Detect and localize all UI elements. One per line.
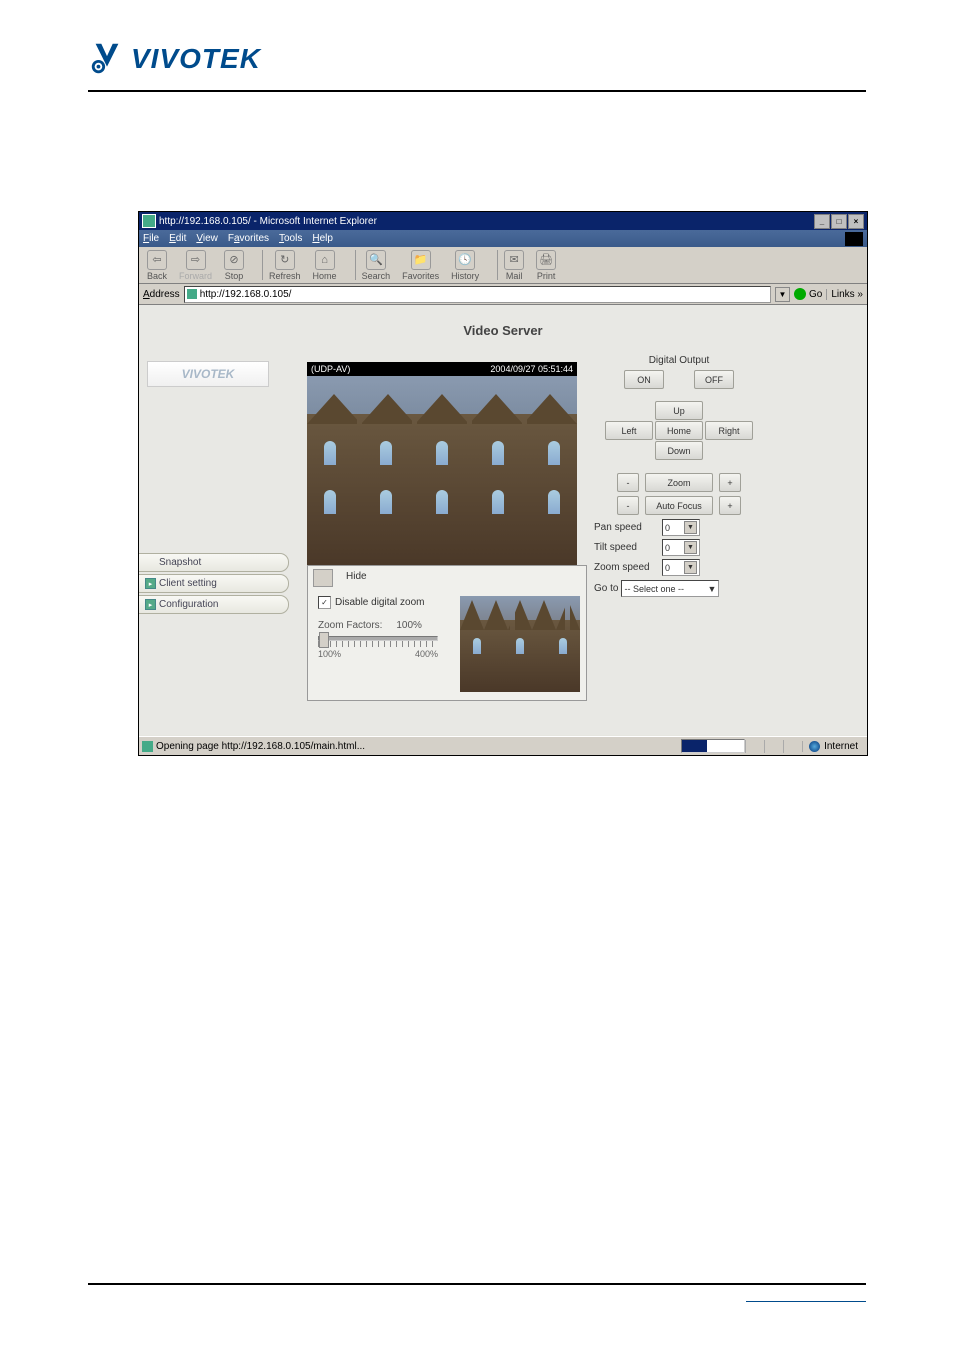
do-off-button[interactable]: OFF <box>694 370 734 389</box>
app-logo: VIVOTEK <box>147 361 269 387</box>
page-title: Video Server <box>139 323 867 338</box>
disable-zoom-label: Disable digital zoom <box>335 597 425 608</box>
search-button[interactable]: 🔍Search <box>362 250 391 281</box>
refresh-button[interactable]: ↻Refresh <box>269 250 301 281</box>
hide-label: Hide <box>346 571 367 582</box>
minimize-button[interactable]: _ <box>814 214 830 229</box>
go-icon <box>794 288 806 300</box>
loading-icon <box>142 741 153 752</box>
status-bar: Opening page http://192.168.0.105/main.h… <box>139 736 867 755</box>
tilt-speed-label: Tilt speed <box>594 542 656 553</box>
slider-thumb[interactable] <box>319 632 329 648</box>
video-stream[interactable] <box>307 376 577 566</box>
zone-indicator: Internet <box>802 741 864 752</box>
print-button[interactable]: 🖨Print <box>536 250 556 281</box>
progress-bar <box>681 739 745 753</box>
history-button[interactable]: 🕓History <box>451 250 479 281</box>
favorites-button[interactable]: 📁Favorites <box>402 250 439 281</box>
stop-button[interactable]: ⊘Stop <box>224 250 244 281</box>
mail-button[interactable]: ✉Mail <box>504 250 524 281</box>
globe-icon <box>809 741 820 752</box>
chevron-down-icon: ▼ <box>684 521 697 534</box>
menu-view[interactable]: View <box>196 233 218 244</box>
disable-zoom-checkbox[interactable]: ✓ <box>318 596 331 609</box>
ms-flag-icon <box>845 232 863 246</box>
video-viewport: (UDP-AV) 2004/09/27 05:51:44 <box>307 362 577 567</box>
digital-zoom-panel: Hide ✓ Disable digital zoom Zoom Factors… <box>307 565 587 701</box>
zoom-out-button[interactable]: - <box>617 473 639 492</box>
address-input[interactable]: http://192.168.0.105/ <box>184 286 771 303</box>
video-protocol: (UDP-AV) <box>311 364 350 374</box>
chevron-down-icon: ▼ <box>684 561 697 574</box>
video-timestamp: 2004/09/27 05:51:44 <box>490 364 573 374</box>
zoom-in-button[interactable]: + <box>719 473 741 492</box>
do-on-button[interactable]: ON <box>624 370 664 389</box>
pan-speed-label: Pan speed <box>594 522 656 533</box>
ptz-left-button[interactable]: Left <box>605 421 653 440</box>
zoom-thumbnail <box>460 596 580 692</box>
zoom-factor-value: 100% <box>396 620 422 631</box>
zoom-speed-label: Zoom speed <box>594 562 656 573</box>
ie-icon <box>142 214 156 228</box>
close-button[interactable]: × <box>848 214 864 229</box>
footer-link <box>746 1300 866 1302</box>
digital-output-label: Digital Output <box>594 355 764 366</box>
menu-file[interactable]: File <box>143 233 159 244</box>
address-label: Address <box>143 289 180 300</box>
links-button[interactable]: Links » <box>826 289 863 300</box>
tilt-speed-select[interactable]: 0▼ <box>662 539 700 556</box>
address-dropdown[interactable]: ▼ <box>775 287 790 302</box>
focus-near-button[interactable]: - <box>617 496 639 515</box>
browser-menubar: File Edit View Favorites Tools Help <box>139 230 867 247</box>
ptz-down-button[interactable]: Down <box>655 441 703 460</box>
snapshot-button[interactable]: Snapshot <box>139 553 289 572</box>
ptz-home-button[interactable]: Home <box>655 421 703 440</box>
hide-button[interactable] <box>313 569 333 587</box>
ptz-right-button[interactable]: Right <box>705 421 753 440</box>
window-title: http://192.168.0.105/ - Microsoft Intern… <box>159 216 377 227</box>
menu-favorites[interactable]: Favorites <box>228 233 269 244</box>
goto-select[interactable]: -- Select one --▼ <box>621 580 719 597</box>
client-setting-button[interactable]: ▸Client setting <box>139 574 289 593</box>
menu-edit[interactable]: Edit <box>169 233 186 244</box>
page-icon <box>187 289 197 299</box>
ptz-up-button[interactable]: Up <box>655 401 703 420</box>
pan-speed-select[interactable]: 0▼ <box>662 519 700 536</box>
chevron-down-icon: ▼ <box>684 541 697 554</box>
zoom-slider[interactable]: 100% 400% <box>318 636 438 659</box>
status-text: Opening page http://192.168.0.105/main.h… <box>156 741 365 752</box>
browser-toolbar: ⇦Back ⇨Forward ⊘Stop ↻Refresh ⌂Home 🔍Sea… <box>139 247 867 284</box>
focus-far-button[interactable]: + <box>719 496 741 515</box>
go-button[interactable]: Go <box>794 288 822 300</box>
zoom-speed-select[interactable]: 0▼ <box>662 559 700 576</box>
arrow-icon: ▸ <box>145 599 156 610</box>
zoom-label: Zoom <box>645 473 713 492</box>
vivotek-logo-mark <box>88 40 126 78</box>
forward-button: ⇨Forward <box>179 250 212 281</box>
address-bar: Address http://192.168.0.105/ ▼ Go Links… <box>139 284 867 305</box>
configuration-button[interactable]: ▸Configuration <box>139 595 289 614</box>
browser-titlebar: http://192.168.0.105/ - Microsoft Intern… <box>139 212 867 230</box>
browser-window: http://192.168.0.105/ - Microsoft Intern… <box>138 211 868 756</box>
goto-label: Go to <box>594 583 618 594</box>
arrow-icon: ▸ <box>145 578 156 589</box>
vivotek-logo-text: VIVOTEK <box>131 43 261 75</box>
menu-tools[interactable]: Tools <box>279 233 302 244</box>
maximize-button[interactable]: □ <box>831 214 847 229</box>
auto-focus-label: Auto Focus <box>645 496 713 515</box>
zoom-factor-label: Zoom Factors: <box>318 620 382 631</box>
back-button[interactable]: ⇦Back <box>147 250 167 281</box>
home-button[interactable]: ⌂Home <box>313 250 337 281</box>
chevron-down-icon: ▼ <box>708 584 717 594</box>
menu-help[interactable]: Help <box>312 233 333 244</box>
